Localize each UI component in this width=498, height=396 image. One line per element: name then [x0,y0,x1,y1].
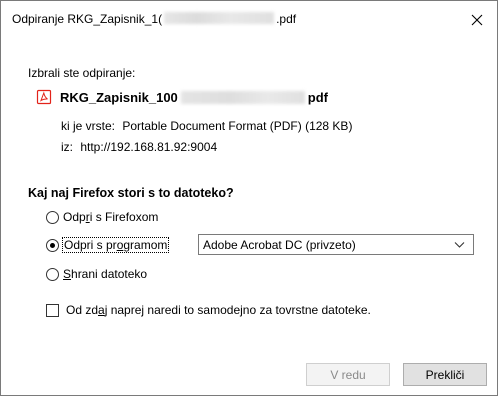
redacted-text [164,12,275,24]
ok-button[interactable]: V redu [306,363,390,386]
radio-button[interactable] [46,267,59,281]
download-dialog: Odpiranje RKG_Zapisnik_1( .pdf Izbrali st… [0,0,498,396]
file-info-row: RKG_Zapisnik_100 pdf [36,89,328,105]
file-type-row: ki je vrste: Portable Document Format (P… [61,119,352,133]
window-title-prefix: Odpiranje RKG_Zapisnik_1( [12,12,163,26]
radio-open-with-program-label[interactable]: Odpri s programom [61,237,170,253]
title-bar: Odpiranje RKG_Zapisnik_1( .pdf [1,1,497,38]
file-name: RKG_Zapisnik_100 pdf [60,90,328,105]
radio-open-with-program[interactable]: Odpri s programom [46,237,170,253]
redacted-text [180,90,305,104]
window-title: Odpiranje RKG_Zapisnik_1( .pdf [12,12,296,26]
radio-open-firefox-label[interactable]: Odpri s Firefoxom [63,210,158,224]
file-type-label: ki je vrste: [61,119,116,133]
radio-button[interactable] [46,210,59,224]
dialog-content: Izbrali ste odpiranje: RKG_Zapisnik_100 p… [1,38,497,395]
action-question: Kaj naj Firefox stori s to datoteko? [28,186,234,200]
radio-button-selected[interactable] [46,238,59,252]
file-source-label: iz: [61,140,73,154]
window-title-suffix: .pdf [276,12,297,26]
chosen-label: Izbrali ste odpiranje: [28,66,136,80]
file-type-value: Portable Document Format (PDF) (128 KB) [122,119,353,133]
remember-choice-checkbox[interactable] [46,303,59,317]
radio-save-file-label[interactable]: Shrani datoteko [63,267,147,281]
file-source-value: http://192.168.81.92:9004 [80,140,218,154]
file-name-prefix: RKG_Zapisnik_100 [60,89,178,105]
pdf-file-icon [36,89,52,105]
file-source-row: iz: http://192.168.81.92:9004 [61,140,217,154]
radio-open-firefox[interactable]: Odpri s Firefoxom [46,210,158,224]
remember-choice-label[interactable]: Od zdaj naprej naredi to samodejno za to… [66,303,371,317]
cancel-button[interactable]: Prekliči [403,363,487,386]
close-button[interactable] [457,1,497,38]
remember-choice-checkbox-row[interactable]: Od zdaj naprej naredi to samodejno za to… [46,303,371,317]
program-select[interactable]: Adobe Acrobat DC (privzeto) [198,234,474,255]
program-select-value: Adobe Acrobat DC (privzeto) [203,237,356,252]
close-icon [471,14,483,25]
file-name-suffix: pdf [307,89,328,105]
radio-save-file[interactable]: Shrani datoteko [46,267,147,281]
chevron-down-icon [454,242,465,248]
